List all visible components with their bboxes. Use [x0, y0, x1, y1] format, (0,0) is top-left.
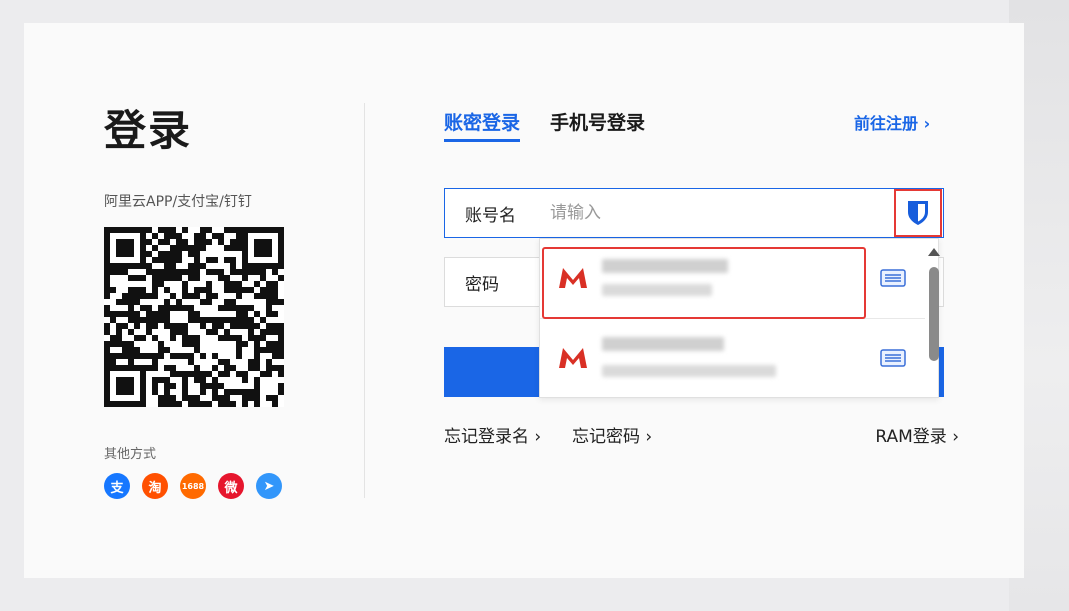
password-label: 密码	[465, 274, 499, 295]
scroll-up-arrow[interactable]	[928, 248, 940, 256]
ram-login-link[interactable]: RAM登录 ›	[875, 422, 959, 447]
social-logins: 支淘 1688 微 ➤	[104, 473, 282, 499]
login-card: 登录 阿里云APP/支付宝/钉钉 其他方式 支淘 1688 微 ➤ 账密登录 手机号登…	[24, 23, 1024, 578]
forgot-password-link[interactable]: 忘记密码 ›	[572, 422, 652, 447]
autofill-item[interactable]	[540, 319, 925, 399]
tab-password-login[interactable]: 账密登录	[444, 108, 521, 142]
autofill-item[interactable]	[540, 239, 925, 319]
tab-phone-login[interactable]: 手机号登录	[550, 108, 645, 142]
bitwarden-shield-icon	[908, 201, 928, 225]
divider	[364, 103, 365, 498]
taobao-login-icon[interactable]: 淘	[142, 473, 168, 499]
forgot-username-link[interactable]: 忘记登录名 ›	[444, 422, 541, 447]
bitwarden-button[interactable]	[894, 189, 942, 237]
autofill-dropdown	[539, 238, 939, 398]
blurred-account-email	[602, 365, 776, 377]
weibo-login-icon[interactable]: 微	[218, 473, 244, 499]
gmail-icon	[559, 348, 587, 368]
details-icon[interactable]	[880, 269, 906, 287]
page-title: 登录	[104, 106, 193, 155]
details-icon[interactable]	[880, 349, 906, 367]
login-tabs: 账密登录 手机号登录	[444, 108, 645, 142]
scrollbar-thumb[interactable]	[929, 267, 939, 361]
username-label: 账号名	[465, 205, 516, 226]
scan-hint: 阿里云APP/支付宝/钉钉	[104, 194, 252, 210]
dingtalk-login-icon[interactable]: ➤	[256, 473, 282, 499]
alipay-login-icon[interactable]: 支	[104, 473, 130, 499]
other-methods-label: 其他方式	[104, 447, 157, 462]
username-input[interactable]	[550, 203, 943, 223]
qr-code	[104, 227, 284, 407]
register-link[interactable]: 前往注册 ›	[854, 110, 930, 134]
left-panel: 登录 阿里云APP/支付宝/钉钉 其他方式 支淘 1688 微 ➤	[104, 103, 304, 499]
1688-login-icon[interactable]: 1688	[180, 473, 206, 499]
blurred-account-name	[602, 337, 724, 351]
username-field: 账号名	[444, 188, 944, 238]
highlight-box	[542, 247, 866, 319]
